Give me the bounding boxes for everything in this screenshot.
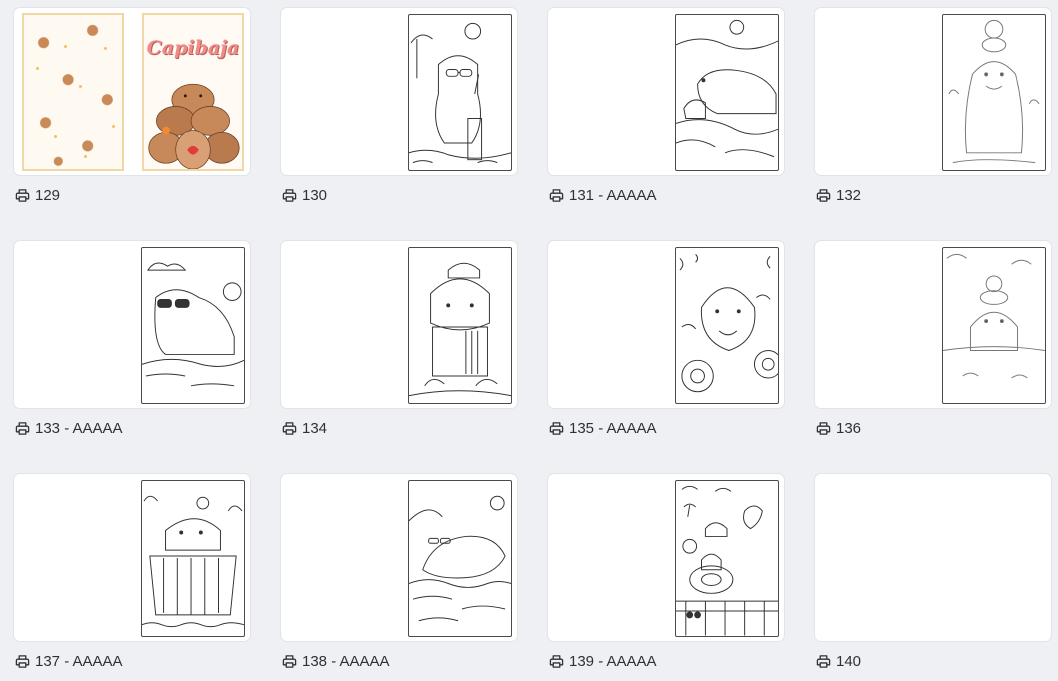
coloring-pages-grid: Capibaja 129 130 131 - AAAAA 132 133 - A… [13, 7, 1052, 681]
page-thumbnail[interactable] [547, 473, 785, 642]
page-caption[interactable]: 135 - AAAAA [549, 420, 657, 437]
coloring-page-image [942, 247, 1046, 404]
page-label: 137 - AAAAA [35, 653, 123, 670]
page-label: 129 [35, 187, 61, 204]
page-thumbnail[interactable] [547, 7, 785, 176]
page-label: 132 [836, 187, 862, 204]
page-card-138: 138 - AAAAA [280, 473, 518, 681]
page-caption[interactable]: 130 [282, 187, 327, 204]
page-caption[interactable]: 136 [816, 420, 861, 437]
page-card-134: 134 [280, 240, 518, 473]
printer-icon[interactable] [816, 421, 831, 436]
page-thumbnail[interactable] [13, 473, 251, 642]
printer-icon[interactable] [816, 188, 831, 203]
page-card-129: Capibaja 129 [13, 7, 251, 240]
page-card-140: 140 [814, 473, 1052, 681]
page-thumbnail[interactable] [280, 7, 518, 176]
page-card-137: 137 - AAAAA [13, 473, 251, 681]
cover-front-image: Capibaja [142, 13, 244, 171]
cover-pattern-image [22, 13, 124, 171]
printer-icon[interactable] [282, 188, 297, 203]
page-caption[interactable]: 139 - AAAAA [549, 653, 657, 670]
page-thumbnail[interactable] [814, 473, 1052, 642]
page-label: 136 [836, 420, 862, 437]
page-label: 131 - AAAAA [569, 187, 657, 204]
page-thumbnail[interactable] [280, 473, 518, 642]
coloring-page-image [408, 14, 512, 171]
page-caption[interactable]: 132 [816, 187, 861, 204]
page-caption[interactable]: 131 - AAAAA [549, 187, 657, 204]
coloring-page-image [675, 14, 779, 171]
page-caption[interactable]: 137 - AAAAA [15, 653, 123, 670]
page-card-132: 132 [814, 7, 1052, 240]
page-label: 135 - AAAAA [569, 420, 657, 437]
printer-icon[interactable] [549, 421, 564, 436]
page-thumbnail[interactable] [547, 240, 785, 409]
page-label: 133 - AAAAA [35, 420, 123, 437]
page-thumbnail[interactable]: Capibaja [13, 7, 251, 176]
page-card-133: 133 - AAAAA [13, 240, 251, 473]
coloring-page-image [141, 480, 245, 637]
page-caption[interactable]: 129 [15, 187, 60, 204]
coloring-page-image [408, 247, 512, 404]
page-caption[interactable]: 134 [282, 420, 327, 437]
page-card-136: 136 [814, 240, 1052, 473]
printer-icon[interactable] [282, 421, 297, 436]
page-card-139: 139 - AAAAA [547, 473, 785, 681]
printer-icon[interactable] [549, 654, 564, 669]
page-card-130: 130 [280, 7, 518, 240]
coloring-page-image [675, 247, 779, 404]
page-caption[interactable]: 138 - AAAAA [282, 653, 390, 670]
page-thumbnail[interactable] [814, 7, 1052, 176]
printer-icon[interactable] [15, 654, 30, 669]
page-card-131: 131 - AAAAA [547, 7, 785, 240]
page-label: 130 [302, 187, 328, 204]
page-label: 134 [302, 420, 328, 437]
printer-icon[interactable] [15, 421, 30, 436]
page-label: 140 [836, 653, 862, 670]
page-thumbnail[interactable] [13, 240, 251, 409]
coloring-page-image [675, 480, 779, 637]
coloring-page-image [408, 480, 512, 637]
printer-icon[interactable] [549, 188, 564, 203]
printer-icon[interactable] [282, 654, 297, 669]
printer-icon[interactable] [15, 188, 30, 203]
coloring-page-image [942, 14, 1046, 171]
page-caption[interactable]: 140 [816, 653, 861, 670]
page-card-135: 135 - AAAAA [547, 240, 785, 473]
page-thumbnail[interactable] [280, 240, 518, 409]
page-caption[interactable]: 133 - AAAAA [15, 420, 123, 437]
page-label: 138 - AAAAA [302, 653, 390, 670]
coloring-page-image [141, 247, 245, 404]
page-thumbnail[interactable] [814, 240, 1052, 409]
page-label: 139 - AAAAA [569, 653, 657, 670]
printer-icon[interactable] [816, 654, 831, 669]
